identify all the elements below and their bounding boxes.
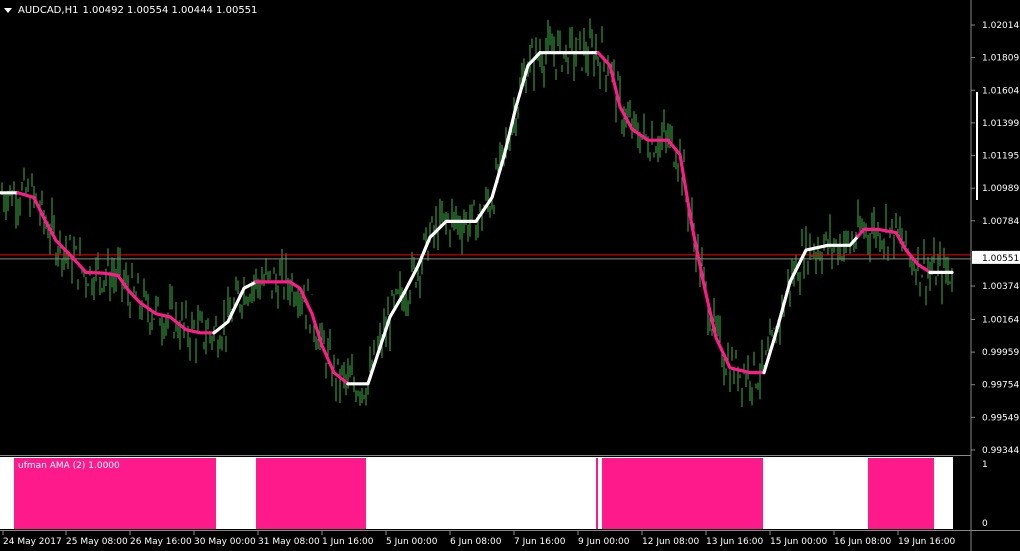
price-label: 0.99344 <box>982 446 1019 456</box>
indicator-bar <box>596 458 598 529</box>
indicator-scale-bottom: 0 <box>982 519 988 529</box>
indicator-bar <box>602 458 763 529</box>
time-label: 30 May 00:00 <box>194 537 256 547</box>
ohlc-values: 1.00492 1.00554 1.00444 1.00551 <box>82 4 258 16</box>
symbol-label: AUDCAD,H1 <box>18 4 79 16</box>
price-label: 1.01604 <box>982 86 1019 96</box>
time-label: 16 Jun 08:00 <box>834 537 891 547</box>
price-label: 0.99959 <box>982 348 1019 358</box>
price-label: 0.99754 <box>982 381 1019 391</box>
time-label: 19 Jun 16:00 <box>898 537 955 547</box>
time-label: 13 Jun 16:00 <box>706 537 763 547</box>
price-label: 1.02014 <box>982 21 1019 31</box>
chart-title[interactable]: AUDCAD,H1 1.00492 1.00554 1.00444 1.0055… <box>4 2 257 18</box>
time-label: 9 Jun 00:00 <box>578 537 630 547</box>
price-label: 1.00784 <box>982 217 1019 227</box>
time-label: 6 Jun 08:00 <box>450 537 502 547</box>
time-label: 26 May 16:00 <box>130 537 192 547</box>
time-label: 24 May 2017 <box>3 537 62 547</box>
dropdown-icon[interactable] <box>4 7 12 13</box>
indicator-bar <box>256 458 366 529</box>
indicator-bar <box>868 458 934 529</box>
price-label: 1.00374 <box>982 282 1019 292</box>
price-label: 1.00989 <box>982 184 1019 194</box>
price-label: 1.01399 <box>982 119 1019 129</box>
price-label: 0.99549 <box>982 413 1019 423</box>
time-label: 1 Jun 16:00 <box>322 537 374 547</box>
time-label: 31 May 08:00 <box>258 537 320 547</box>
time-label: 5 Jun 00:00 <box>386 537 438 547</box>
price-label: 1.00164 <box>982 315 1019 325</box>
chart-svg[interactable]: 1.02014 1.01809 1.01604 1.01399 1.01195 1.009… <box>0 0 1020 551</box>
indicator-window: 10 <box>0 457 988 529</box>
time-label: 25 May 08:00 <box>66 537 128 547</box>
time-label: 15 Jun 00:00 <box>770 537 827 547</box>
current-price-label: 1.00551 <box>982 254 1019 264</box>
time-label: 7 Jun 16:00 <box>514 537 566 547</box>
indicator-scale-top: 1 <box>982 460 988 470</box>
price-label: 1.01195 <box>982 151 1019 161</box>
price-label: 1.01809 <box>982 54 1019 64</box>
indicator-label: ufman AMA (2) 1.0000 <box>18 461 120 471</box>
time-label: 12 Jun 08:00 <box>642 537 699 547</box>
